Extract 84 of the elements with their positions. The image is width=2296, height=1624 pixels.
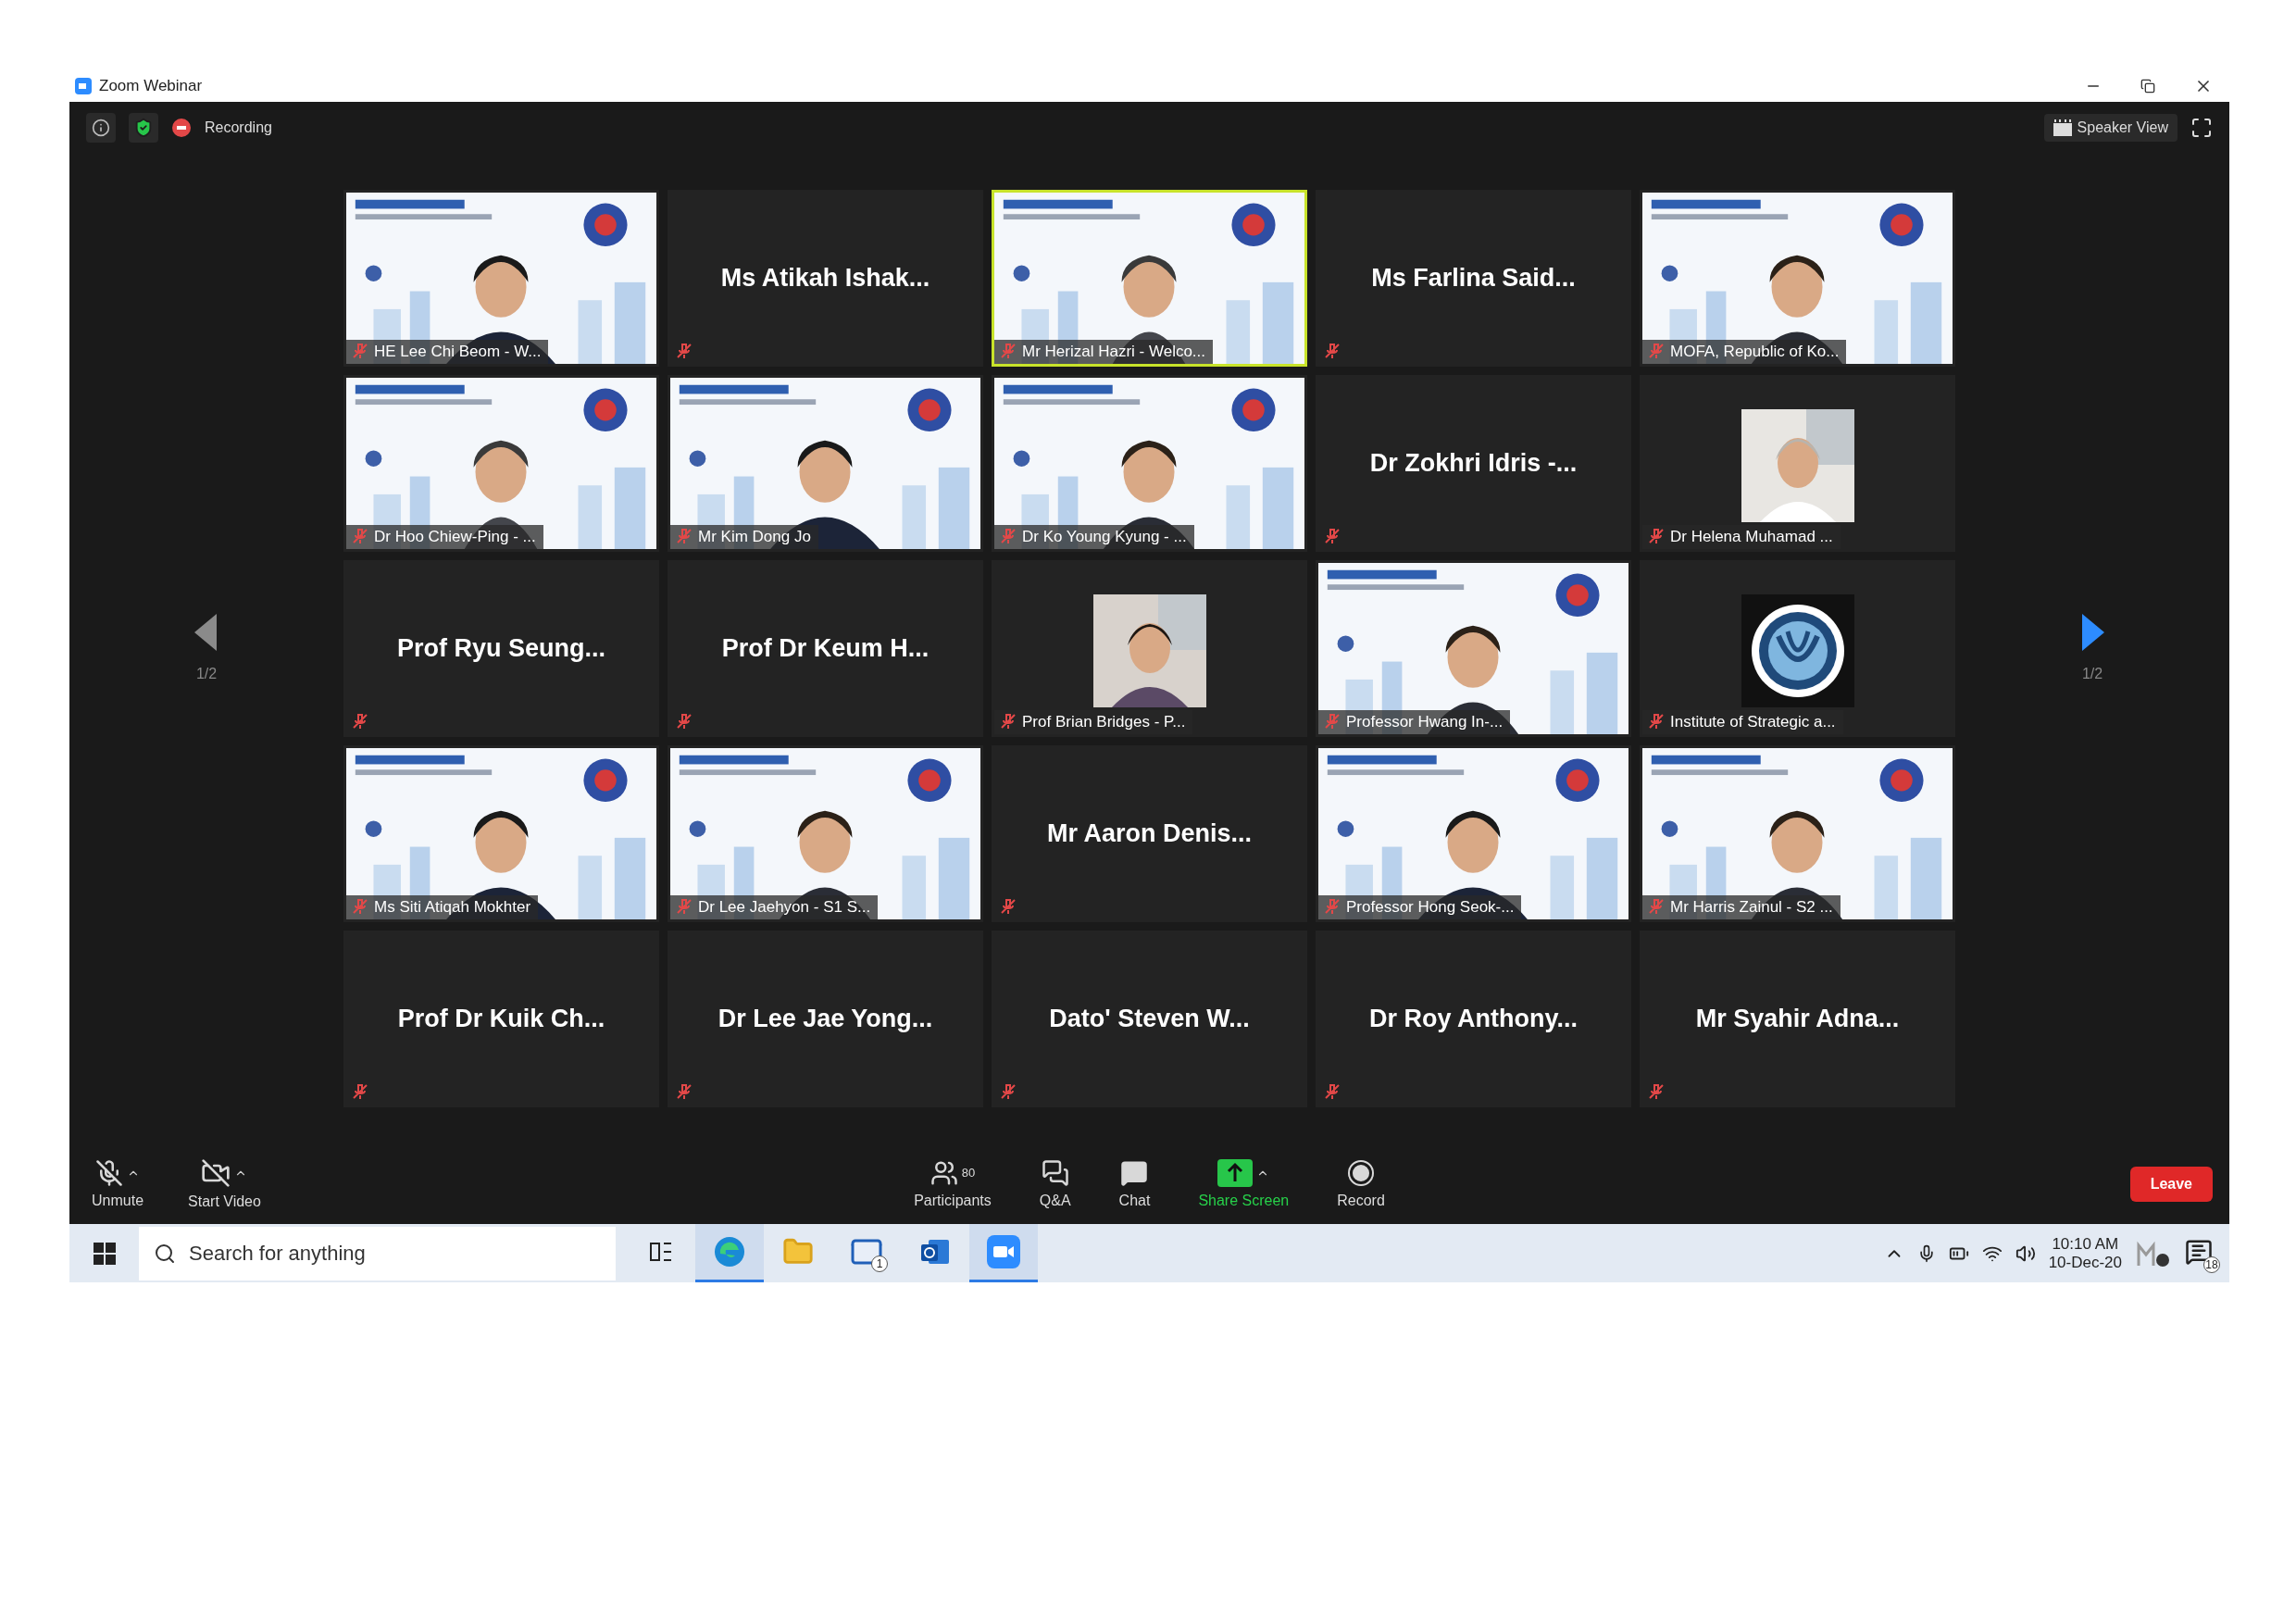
muted-mic-icon — [352, 897, 368, 915]
page-indicator: 1/2 — [2081, 666, 2103, 682]
participant-label: Ms Siti Atiqah Mokhter — [346, 894, 539, 919]
participant-name: Dr Roy Anthony... — [1369, 1004, 1578, 1033]
participant-name: Mr Aaron Denis... — [1046, 818, 1252, 848]
participant-label: Mr Herizal Hazri - Welco... — [994, 339, 1214, 364]
muted-mic-icon — [352, 1082, 368, 1100]
taskbar-app[interactable]: 1 — [832, 1224, 901, 1282]
participant-name: Dr Lee Jae Yong... — [718, 1004, 933, 1033]
fullscreen-icon[interactable] — [2190, 116, 2213, 139]
participants-button[interactable]: 80 Participants — [908, 1155, 997, 1213]
mic-button[interactable]: Unmute — [86, 1155, 150, 1213]
participant-label: Dr Ko Young Kyung - ... — [994, 524, 1194, 549]
speaker-view-button[interactable]: Speaker View — [2043, 113, 2177, 142]
muted-mic-icon — [1648, 527, 1665, 544]
count-badge: 1 — [871, 1255, 888, 1272]
muted-mic-icon — [1324, 897, 1341, 915]
muted-mic-icon — [676, 712, 693, 730]
share-screen-icon — [1217, 1158, 1254, 1187]
qa-button[interactable]: Q&A — [1033, 1155, 1077, 1213]
task-view-icon[interactable] — [649, 1240, 673, 1264]
page-indicator: 1/2 — [195, 666, 218, 682]
start-icon[interactable] — [93, 1242, 116, 1265]
muted-mic-icon — [676, 1082, 693, 1100]
muted-mic-icon — [676, 527, 693, 544]
participant-name: Prof Ryu Seung... — [397, 633, 605, 663]
participant-label: Mr Harris Zainul - S2 ... — [1642, 894, 1841, 919]
chat-bubbles-icon — [1041, 1158, 1069, 1187]
search-field[interactable]: Search for anything — [139, 1226, 616, 1280]
participant-name: Mr Syahir Adna... — [1695, 1004, 1900, 1033]
participant-label: Professor Hwang In-... — [1318, 709, 1511, 734]
count-badge: 18 — [2203, 1255, 2220, 1273]
muted-mic-icon — [95, 1158, 123, 1187]
info-icon[interactable] — [92, 118, 110, 137]
participant-count: 80 — [961, 1166, 976, 1180]
shield-icon[interactable] — [133, 117, 154, 138]
participant-label: HE Lee Chi Beom - W... — [346, 339, 549, 364]
muted-mic-icon — [1648, 897, 1665, 915]
recording-icon — [171, 117, 192, 138]
muted-mic-icon — [676, 897, 693, 915]
participant-name: Prof Dr Kuik Ch... — [397, 1004, 605, 1033]
participant-name: Prof Dr Keum H... — [721, 633, 930, 663]
muted-mic-icon — [352, 527, 368, 544]
participant-label: MOFA, Republic of Ko... — [1642, 339, 1847, 364]
participant-label: Dr Hoo Chiew-Ping - ... — [346, 524, 543, 549]
participant-name: Dato' Steven W... — [1049, 1004, 1250, 1033]
muted-mic-icon — [1000, 712, 1017, 730]
app-logo-icon — [75, 77, 92, 94]
previous-page-icon[interactable] — [194, 614, 218, 651]
muted-mic-icon — [1000, 527, 1017, 544]
participant-name: Ms Atikah Ishak... — [720, 263, 930, 293]
muted-mic-icon — [1324, 712, 1341, 730]
record-icon — [1347, 1158, 1375, 1187]
recording-label: Recording — [205, 119, 272, 136]
muted-mic-icon — [1648, 712, 1665, 730]
restore-icon[interactable] — [2140, 78, 2155, 94]
muted-mic-icon — [1324, 1082, 1341, 1100]
participant-label: Dr Lee Jaehyon - S1 S... — [670, 894, 879, 919]
muted-mic-icon — [1000, 897, 1017, 915]
window-title: Zoom Webinar — [99, 76, 203, 95]
record-button[interactable]: Record — [1331, 1155, 1391, 1213]
muted-mic-icon — [1648, 342, 1665, 359]
participant-name: Dr Zokhri Idris -... — [1369, 448, 1578, 478]
muted-mic-icon — [1648, 1082, 1665, 1100]
video-off-icon — [201, 1157, 231, 1188]
muted-mic-icon — [1000, 342, 1017, 359]
share-button[interactable]: Share Screen — [1192, 1155, 1295, 1213]
video-camera-icon[interactable] — [987, 1235, 1020, 1268]
participant-label: Professor Hong Seok-... — [1318, 894, 1522, 919]
muted-mic-icon — [352, 342, 368, 359]
muted-mic-icon — [1000, 1082, 1017, 1100]
muted-mic-icon — [676, 342, 693, 359]
participant-label: Mr Kim Dong Jo — [670, 524, 818, 549]
gallery-icon — [2053, 119, 2072, 136]
chat-button[interactable]: Chat — [1113, 1155, 1156, 1213]
muted-mic-icon — [352, 712, 368, 730]
muted-mic-icon — [1324, 527, 1341, 544]
participant-name: Ms Farlina Said... — [1371, 263, 1576, 293]
leave-button[interactable]: Leave — [2129, 1166, 2213, 1202]
next-page-icon[interactable] — [2080, 614, 2104, 651]
video-button[interactable]: Start Video — [182, 1154, 267, 1214]
clock[interactable]: 10:10 AM 10-Dec-20 — [2048, 1234, 2122, 1272]
browser-icon[interactable] — [713, 1235, 746, 1268]
muted-mic-icon — [1324, 342, 1341, 359]
